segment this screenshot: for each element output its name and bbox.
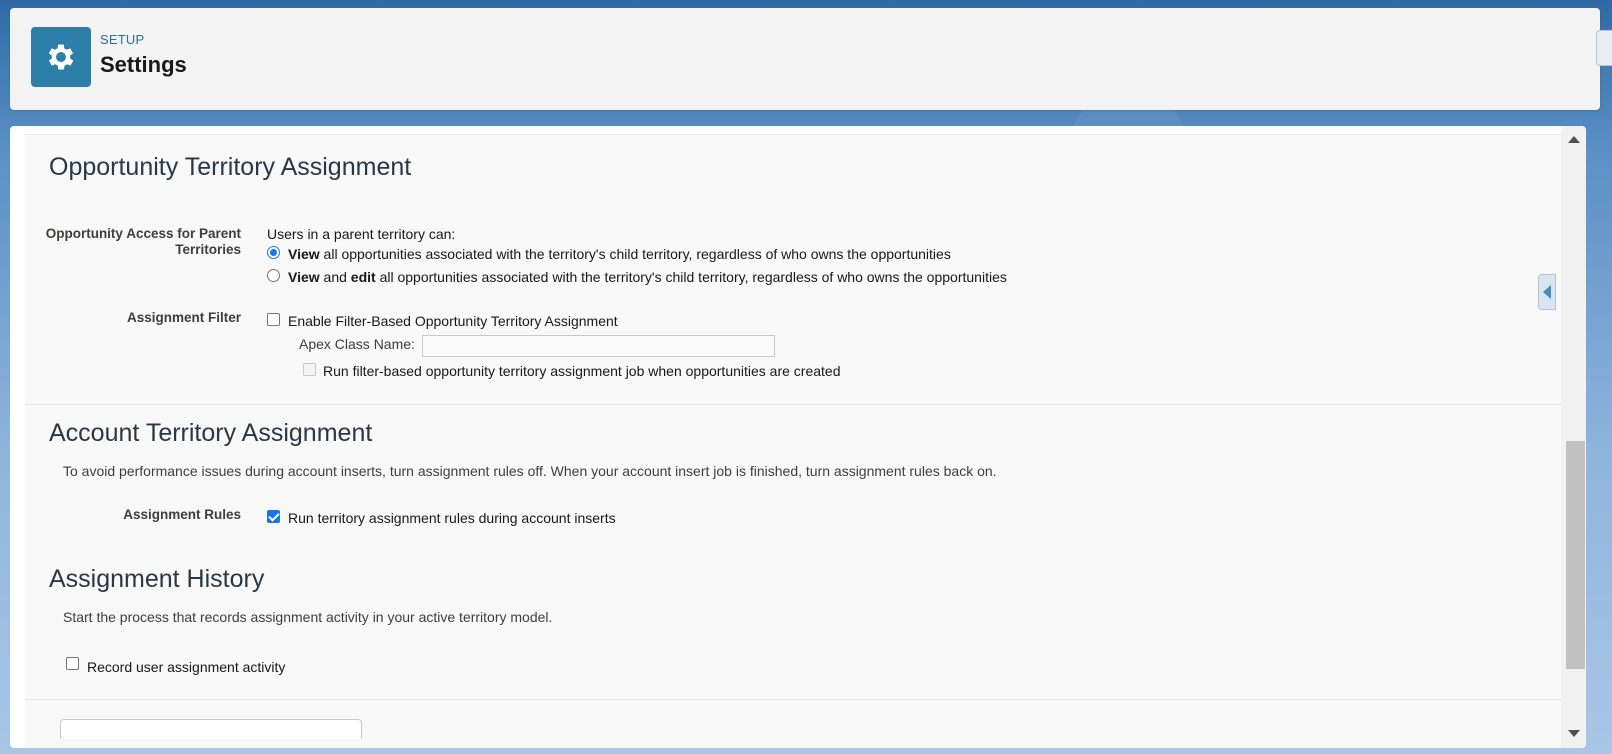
account-section-description: To avoid performance issues during accou… [63, 463, 997, 479]
settings-app-icon [31, 27, 91, 87]
history-section-description: Start the process that records assignmen… [63, 609, 553, 625]
section-divider-bottom [25, 699, 1561, 700]
radio-view-option[interactable] [267, 246, 280, 259]
radio-view-edit-option[interactable] [267, 269, 280, 282]
header-eyebrow: SETUP [100, 32, 145, 47]
radio-view-edit-label: View and edit all opportunities associat… [288, 269, 1007, 285]
scrollbar-thumb[interactable] [1566, 441, 1585, 669]
settings-form: Opportunity Territory Assignment Opportu… [25, 134, 1561, 748]
vertical-scrollbar[interactable] [1561, 126, 1586, 748]
opportunity-section-title: Opportunity Territory Assignment [49, 153, 412, 181]
run-rules-checkbox[interactable] [267, 510, 280, 523]
utility-tab[interactable] [1596, 30, 1612, 66]
settings-content-panel: Opportunity Territory Assignment Opportu… [10, 126, 1586, 748]
scroll-up-arrow-icon[interactable] [1568, 136, 1580, 143]
history-section-title: Assignment History [49, 565, 265, 593]
enable-filter-label: Enable Filter-Based Opportunity Territor… [288, 313, 618, 329]
run-rules-label: Run territory assignment rules during ac… [288, 510, 616, 526]
assignment-rules-label: Assignment Rules [123, 507, 241, 522]
apex-class-input[interactable] [422, 335, 775, 357]
page-title: Settings [100, 52, 187, 77]
account-section-title: Account Territory Assignment [49, 419, 373, 447]
record-activity-label: Record user assignment activity [87, 659, 286, 675]
side-panel-toggle[interactable] [1538, 274, 1556, 310]
scroll-down-arrow-icon[interactable] [1568, 730, 1580, 737]
assignment-filter-label: Assignment Filter [126, 310, 241, 325]
opportunity-access-label: Opportunity Access for Parent Territorie… [45, 226, 241, 257]
gear-icon [48, 44, 74, 70]
bottom-button-partial[interactable] [60, 719, 362, 739]
radio-view-label: View all opportunities associated with t… [288, 246, 951, 262]
run-filter-checkbox[interactable] [303, 363, 316, 376]
page-header: SETUP Settings [10, 8, 1600, 110]
enable-filter-checkbox[interactable] [267, 313, 280, 326]
opportunity-access-intro: Users in a parent territory can: [267, 226, 456, 242]
record-activity-checkbox[interactable] [66, 657, 79, 670]
section-divider [25, 404, 1561, 405]
apex-class-label: Apex Class Name: [299, 336, 415, 352]
collapse-left-icon [1543, 285, 1551, 299]
run-filter-label: Run filter-based opportunity territory a… [323, 363, 841, 379]
